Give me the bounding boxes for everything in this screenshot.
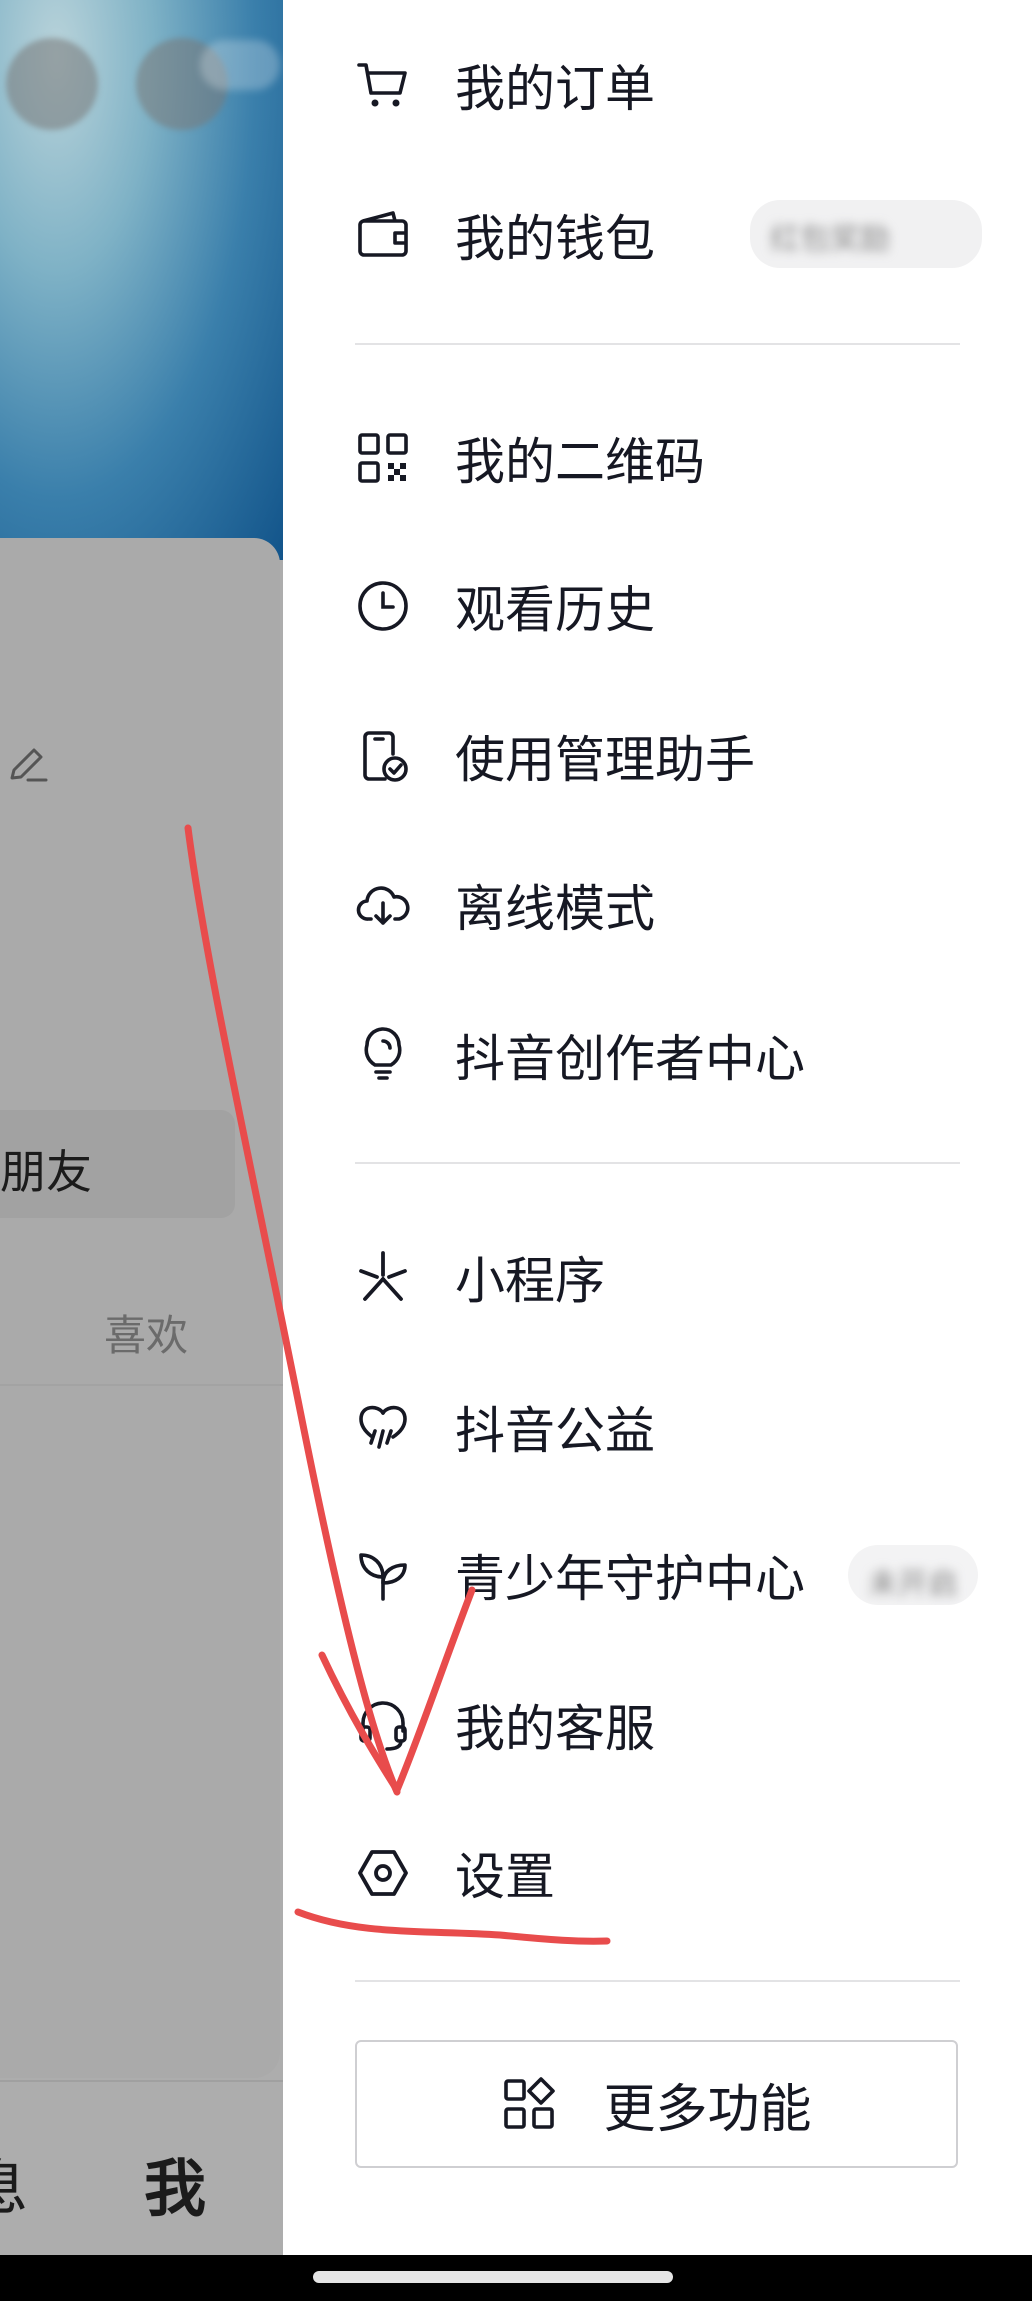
grid-icon xyxy=(501,2076,557,2132)
youth-protection-badge: 未开启 xyxy=(848,1545,978,1605)
profile-cover xyxy=(0,0,283,560)
qr-code-icon xyxy=(355,430,411,486)
bottom-nav-divider xyxy=(0,2080,283,2082)
sprout-icon xyxy=(355,1547,411,1603)
divider xyxy=(355,1162,960,1164)
menu-item-label: 青少年守护中心 xyxy=(455,1550,805,1608)
menu-item-label: 设置 xyxy=(455,1848,555,1906)
divider xyxy=(0,1384,283,1386)
menu-item-offline-mode[interactable]: 离线模式 xyxy=(355,850,995,960)
more-features-button[interactable]: 更多功能 xyxy=(355,2040,958,2168)
edit-icon xyxy=(10,748,48,782)
asterisk-icon xyxy=(355,1249,411,1305)
divider xyxy=(355,1980,960,1982)
menu-item-label: 抖音公益 xyxy=(455,1402,655,1460)
menu-item-label: 我的客服 xyxy=(455,1700,655,1758)
back-button xyxy=(6,38,98,130)
more-features-label: 更多功能 xyxy=(603,2079,812,2140)
friend-button-label: 朋友 xyxy=(0,1145,92,1199)
menu-item-charity[interactable]: 抖音公益 xyxy=(355,1372,995,1482)
lightbulb-icon xyxy=(355,1027,411,1083)
nav-me: 我 xyxy=(144,2152,207,2225)
add-friend-button: 朋友 xyxy=(0,1110,235,1218)
wallet-icon xyxy=(355,207,411,263)
menu-item-label: 观看历史 xyxy=(455,581,655,639)
clock-icon xyxy=(355,578,411,634)
headset-icon xyxy=(355,1697,411,1753)
menu-item-creator-center[interactable]: 抖音创作者中心 xyxy=(355,1000,995,1110)
menu-item-label: 使用管理助手 xyxy=(455,731,755,789)
menu-item-label: 我的订单 xyxy=(455,60,655,118)
menu-item-label: 小程序 xyxy=(455,1252,605,1310)
cover-pill xyxy=(200,40,280,90)
profile-page-dimmed[interactable]: 朋友 喜欢 息 我 xyxy=(0,0,283,2255)
menu-item-label: 我的二维码 xyxy=(455,433,705,491)
settings-hexagon-icon xyxy=(355,1845,411,1901)
cloud-download-icon xyxy=(355,877,411,933)
heart-rain-icon xyxy=(355,1399,411,1455)
menu-item-mini-programs[interactable]: 小程序 xyxy=(355,1222,995,1332)
side-drawer: 我的订单 我的钱包 红包奖励 我的二维码 观看历史 使用管理助手 离线模式 抖音… xyxy=(283,0,1032,2255)
wallet-badge: 红包奖励 xyxy=(750,200,982,268)
divider xyxy=(355,343,960,345)
nav-message: 息 xyxy=(0,2140,28,2227)
phone-check-icon xyxy=(355,728,411,784)
menu-item-usage-manager[interactable]: 使用管理助手 xyxy=(355,701,995,811)
menu-item-label: 抖音创作者中心 xyxy=(455,1030,805,1088)
menu-item-customer-service[interactable]: 我的客服 xyxy=(355,1670,995,1780)
menu-item-label: 离线模式 xyxy=(455,880,655,938)
menu-item-qr-code[interactable]: 我的二维码 xyxy=(355,403,995,513)
tab-like: 喜欢 xyxy=(104,1311,189,1360)
home-indicator[interactable] xyxy=(313,2271,673,2283)
menu-item-label: 我的钱包 xyxy=(455,210,655,268)
cart-icon xyxy=(355,57,411,113)
menu-item-orders[interactable]: 我的订单 xyxy=(355,30,995,140)
menu-item-history[interactable]: 观看历史 xyxy=(355,551,995,661)
menu-item-settings[interactable]: 设置 xyxy=(355,1818,995,1928)
